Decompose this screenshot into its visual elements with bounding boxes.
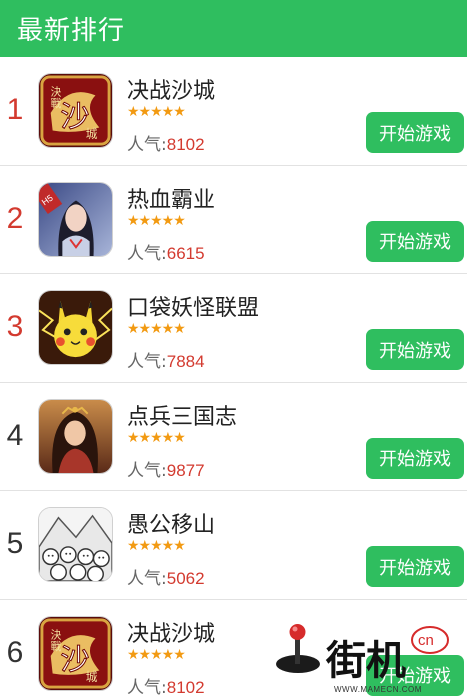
rating-stars-icon: ★★★★★: [127, 321, 186, 337]
svg-text:城: 城: [86, 670, 98, 684]
popularity-label: 人气:: [127, 569, 167, 589]
rating-stars-icon: ★★★★★: [127, 538, 186, 554]
rating-stars-icon: ★★★★★: [127, 646, 186, 663]
popularity-value: 8102: [166, 135, 205, 154]
list-item: 4 点兵三国志 ★★★★★ 人气:9877 开始游戏: [0, 383, 467, 491]
list-item: 2 H5 热血霸业 ★★★★★ 人气:6615 开始游戏: [0, 166, 467, 274]
popularity: 人气:9877: [127, 456, 205, 481]
svg-text:城: 城: [86, 127, 98, 141]
start-game-button[interactable]: 开始游戏: [366, 112, 464, 153]
popularity-label: 人气:: [127, 243, 167, 264]
popularity-value: 9877: [166, 460, 205, 480]
pikachu-icon[interactable]: [38, 290, 113, 365]
game-name[interactable]: 愚公移山: [127, 507, 215, 539]
popularity-value: 5062: [166, 569, 205, 588]
game-name[interactable]: 决战沙城: [127, 73, 215, 105]
popularity-label: 人气:: [127, 135, 167, 155]
rating-stars-icon: ★★★★★: [127, 104, 186, 120]
rank-number: 3: [6, 310, 24, 343]
rank-number: 1: [6, 93, 24, 126]
game-name[interactable]: 口袋妖怪联盟: [127, 290, 259, 322]
page-title: 最新排行: [17, 16, 126, 46]
list-item: 3 口袋妖怪联盟 ★★★★★ 人气:7884 开始游戏: [0, 274, 467, 383]
popularity: 人气:6615: [127, 239, 205, 264]
top-header: 最新排行: [0, 0, 467, 57]
game-ranking-list: 1 決 戰 沙 城 决战沙城 ★★★★★ 人气:8102 开始游戏 2 H5 热…: [0, 57, 467, 697]
rank-number: 6: [6, 635, 24, 669]
game-name[interactable]: 决战沙城: [127, 616, 215, 648]
popularity: 人气:7884: [127, 347, 205, 372]
rating-stars-icon: ★★★★★: [127, 429, 186, 446]
popularity-label: 人气:: [127, 460, 167, 481]
start-game-button[interactable]: 开始游戏: [366, 329, 464, 370]
popularity-label: 人气:: [127, 677, 167, 697]
popularity-value: 6615: [166, 243, 205, 263]
juezhan-shacheng-icon[interactable]: 決 戰 沙 城: [38, 73, 113, 148]
list-item: 6 決 戰 沙 城 决战沙城 ★★★★★ 人气:8102 开始游戏: [0, 600, 467, 697]
popularity-label: 人气:: [127, 352, 167, 372]
start-game-button[interactable]: 开始游戏: [366, 654, 464, 696]
dianbing-sanguozhi-icon[interactable]: [38, 398, 113, 474]
juezhan-shacheng-icon[interactable]: 決 戰 沙 城: [38, 615, 113, 691]
yugong-yishan-icon[interactable]: [38, 507, 113, 582]
popularity-value: 8102: [166, 677, 205, 697]
game-name[interactable]: 热血霸业: [127, 182, 215, 214]
popularity: 人气:8102: [127, 130, 205, 155]
start-game-button[interactable]: 开始游戏: [366, 437, 464, 479]
rating-stars-icon: ★★★★★: [127, 212, 186, 229]
start-game-button[interactable]: 开始游戏: [366, 546, 464, 587]
popularity: 人气:5062: [127, 564, 205, 589]
start-game-button[interactable]: 开始游戏: [366, 220, 464, 262]
popularity-value: 7884: [166, 352, 205, 371]
rexue-baye-icon[interactable]: H5: [38, 181, 113, 257]
list-item: 1 決 戰 沙 城 决战沙城 ★★★★★ 人气:8102 开始游戏: [0, 57, 467, 166]
rank-number: 4: [6, 418, 24, 452]
popularity: 人气:8102: [127, 673, 205, 697]
rank-number: 2: [6, 201, 24, 235]
game-name[interactable]: 点兵三国志: [127, 399, 237, 431]
rank-number: 5: [6, 527, 24, 560]
list-item: 5 愚公移山 ★★★★★ 人气:5062 开始游戏: [0, 491, 467, 600]
